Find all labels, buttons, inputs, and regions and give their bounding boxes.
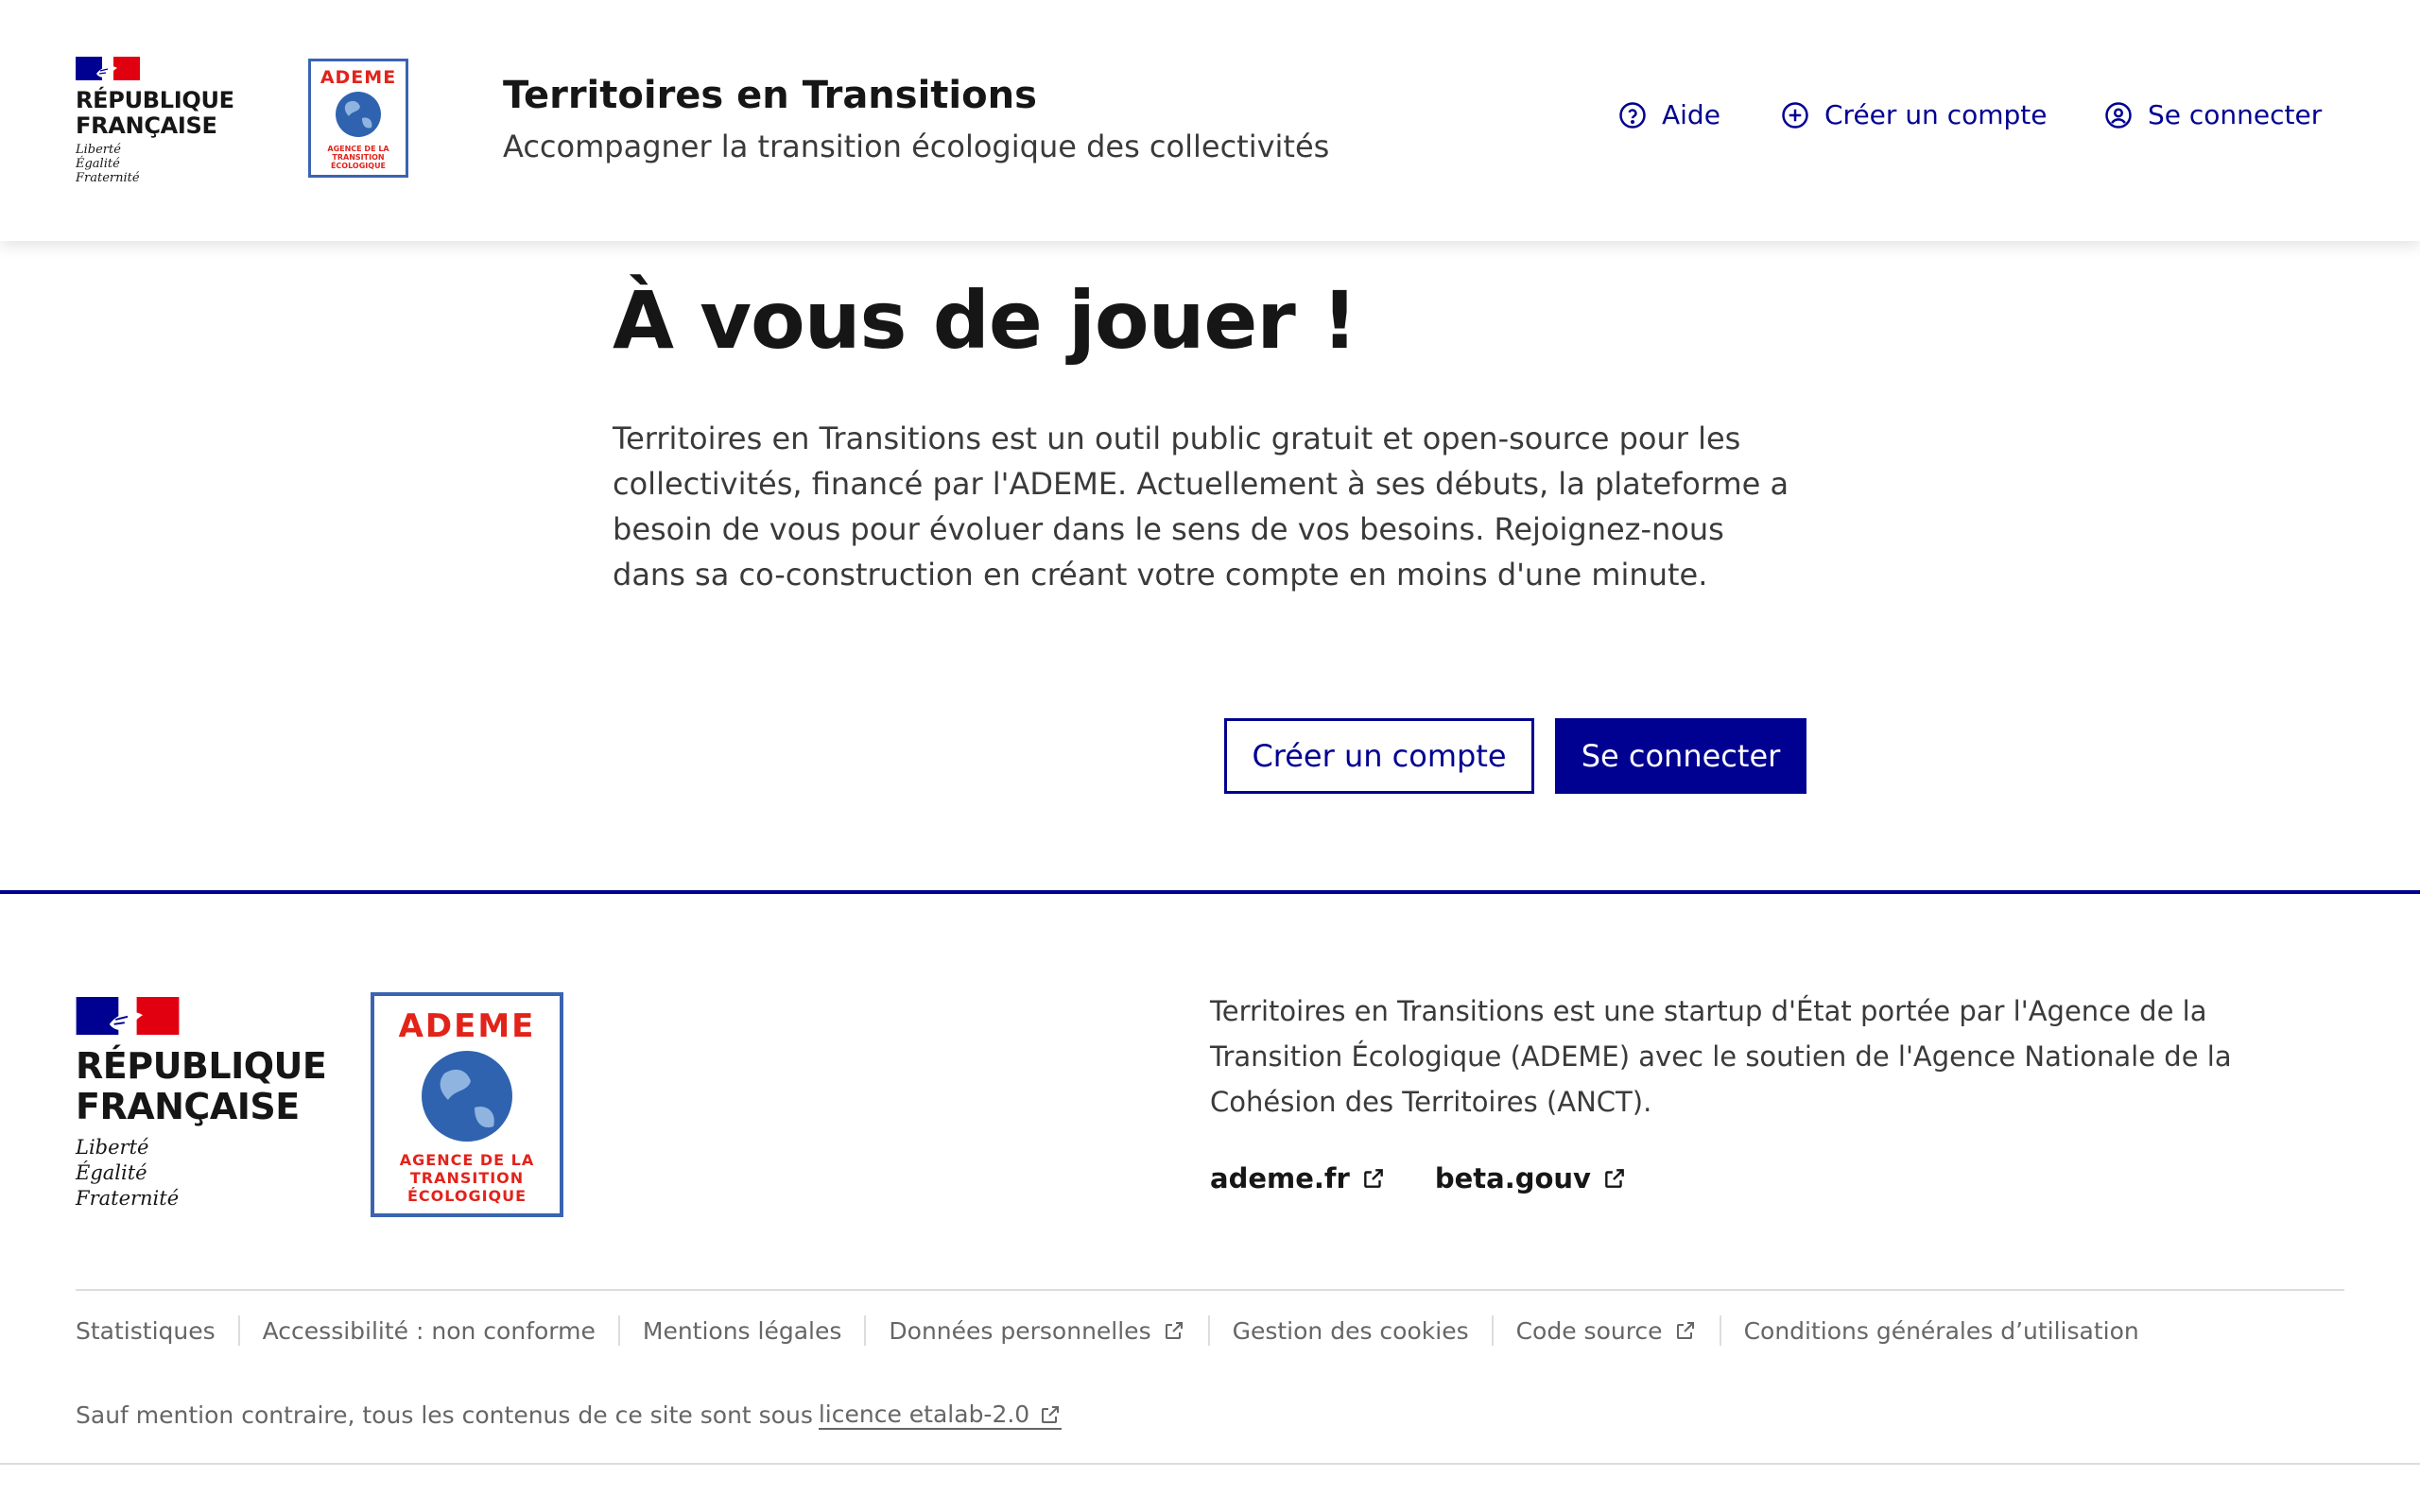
site-tagline: Accompagner la transition écologique des… [503, 129, 1330, 164]
ademe-link-label: ademe.fr [1210, 1162, 1350, 1194]
create-account-label: Créer un compte [1824, 99, 2048, 130]
republic-motto: Liberté Égalité Fraternité [76, 143, 140, 185]
footer-ademe-logo[interactable]: ADEME AGENCE DE LA TRANSITION ÉCOLOGIQUE [371, 992, 563, 1217]
statistics-link[interactable]: Statistiques [76, 1317, 216, 1345]
page-bottom-border [0, 1463, 2420, 1465]
help-link[interactable]: Aide [1618, 99, 1720, 130]
accessibility-link[interactable]: Accessibilité : non conforme [263, 1317, 596, 1345]
help-label: Aide [1662, 99, 1720, 130]
create-account-button[interactable]: Créer un compte [1224, 718, 1534, 794]
external-link-icon [1363, 1169, 1383, 1188]
create-account-link[interactable]: Créer un compte [1781, 99, 2047, 130]
divider [1207, 1315, 1210, 1346]
intro-text: Territoires en Transitions est un outil … [613, 421, 1789, 593]
cookies-link[interactable]: Gestion des cookies [1233, 1317, 1469, 1345]
footer-republic-motto: Liberté Égalité Fraternité [76, 1136, 180, 1210]
footer-republique-logo[interactable]: RÉPUBLIQUE FRANÇAISE Liberté Égalité Fra… [76, 997, 327, 1211]
user-circle-icon [2105, 101, 2132, 129]
footer-bottom-links: Statistiques Accessibilité : non conform… [76, 1314, 2139, 1348]
add-circle-icon [1782, 101, 1808, 129]
ademe-subtitle: AGENCE DE LA TRANSITION ÉCOLOGIQUE [399, 1151, 535, 1205]
login-link[interactable]: Se connecter [2104, 99, 2322, 130]
ademe-subtitle: AGENCE DE LA TRANSITION ÉCOLOGIQUE [327, 145, 389, 170]
ademe-wordmark: ADEME [398, 1007, 536, 1045]
source-code-label: Code source [1515, 1316, 1663, 1345]
footer-republique-name: RÉPUBLIQUE FRANÇAISE [76, 1045, 327, 1127]
legal-notice-link[interactable]: Mentions légales [643, 1317, 842, 1345]
license-notice: Sauf mention contraire, tous les contenu… [76, 1400, 1063, 1430]
external-link-icon [1042, 1405, 1060, 1423]
footer-top-border [0, 890, 2420, 894]
republique-francaise-logo[interactable]: RÉPUBLIQUE FRANÇAISE Liberté Égalité Fra… [76, 57, 234, 185]
login-label: Se connecter [2148, 99, 2323, 130]
beta-gouv-link[interactable]: beta.gouv [1435, 1162, 1627, 1194]
source-code-link[interactable]: Code source [1516, 1317, 1697, 1345]
question-circle-icon [1619, 101, 1646, 129]
republique-name: RÉPUBLIQUE FRANÇAISE [76, 87, 234, 139]
divider [237, 1315, 240, 1346]
site-header: RÉPUBLIQUE FRANÇAISE Liberté Égalité Fra… [0, 0, 2420, 241]
footer-divider [76, 1289, 2344, 1291]
external-link-icon [1165, 1322, 1183, 1339]
footer-description: Territoires en Transitions est une start… [1210, 995, 2232, 1118]
marianne-flag-icon [76, 57, 140, 80]
ademe-logo[interactable]: . ADEME AGENCE DE LA TRANSITION ÉCOLOGIQ… [308, 59, 408, 178]
divider [1719, 1315, 1721, 1346]
page-title: À vous de jouer ! [613, 274, 1357, 367]
divider [864, 1315, 867, 1346]
personal-data-label: Données personnelles [889, 1316, 1151, 1345]
license-text: Sauf mention contraire, tous les contenu… [76, 1401, 813, 1429]
divider [617, 1315, 620, 1346]
ademe-link[interactable]: ademe.fr [1210, 1162, 1386, 1194]
terms-link[interactable]: Conditions générales d’utilisation [1744, 1317, 2139, 1345]
divider [1491, 1315, 1494, 1346]
site-title[interactable]: Territoires en Transitions [503, 74, 1037, 117]
personal-data-link[interactable]: Données personnelles [889, 1317, 1184, 1345]
external-link-icon [1605, 1169, 1624, 1188]
ademe-wordmark: ADEME [320, 67, 397, 88]
license-link[interactable]: licence etalab-2.0 [818, 1400, 1063, 1430]
external-link-icon [1676, 1322, 1694, 1339]
footer-partner-links: ademe.fr beta.gouv [1210, 1162, 1627, 1194]
marianne-flag-icon [76, 997, 180, 1035]
beta-gouv-link-label: beta.gouv [1434, 1162, 1591, 1194]
login-button[interactable]: Se connecter [1555, 718, 1806, 794]
license-link-label: licence etalab-2.0 [818, 1400, 1030, 1428]
